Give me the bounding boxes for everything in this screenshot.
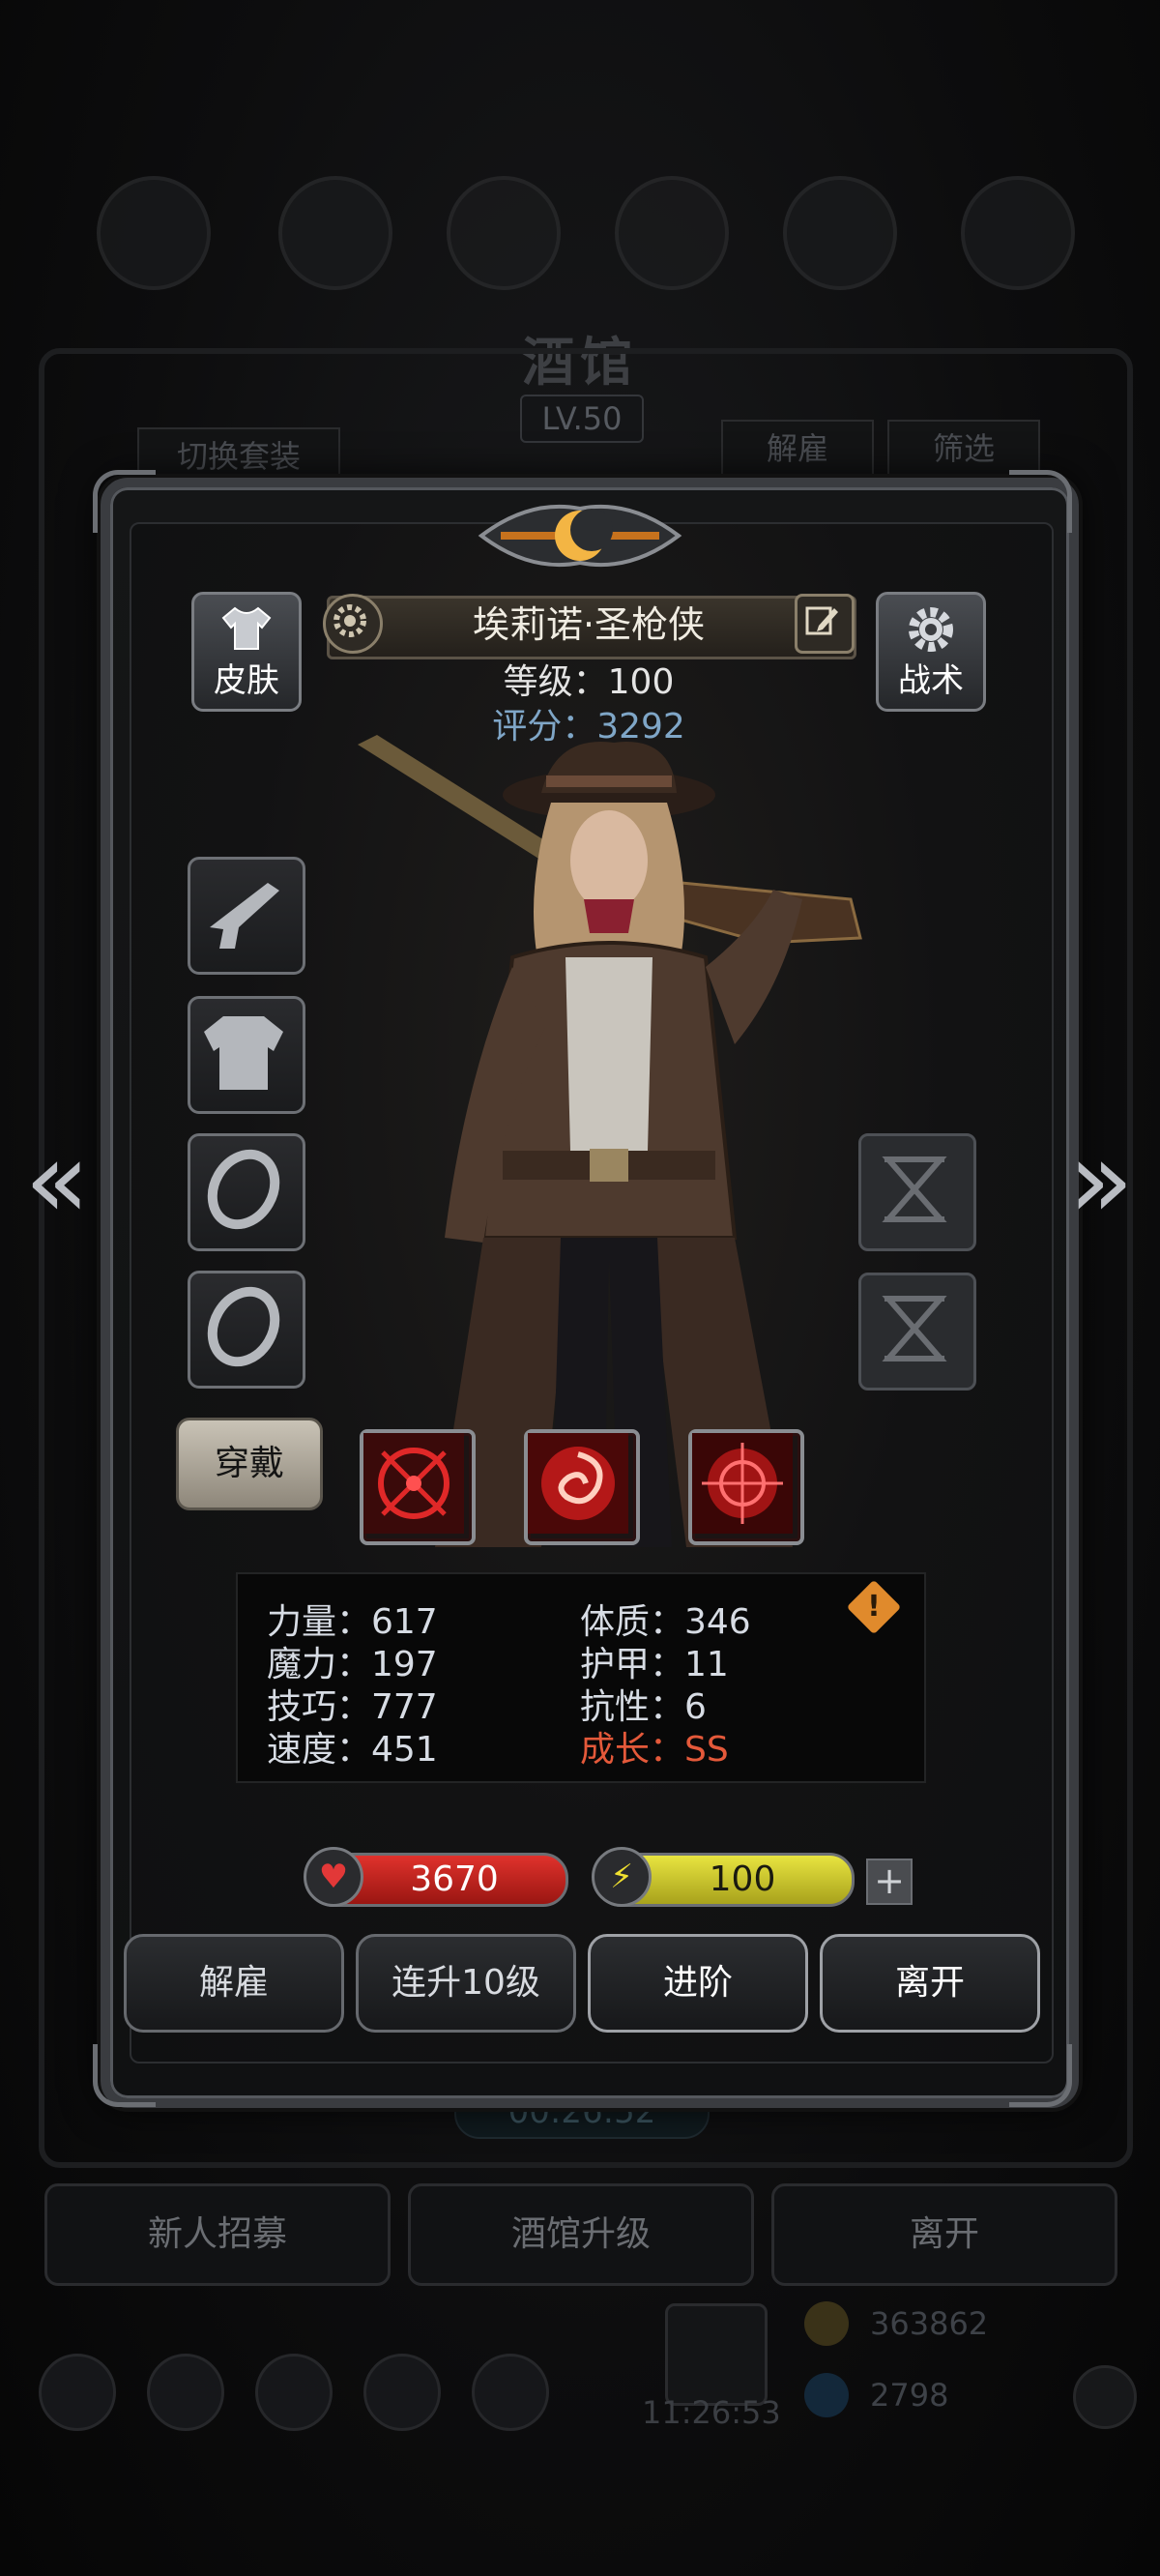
skill-slot-2[interactable] xyxy=(524,1429,640,1545)
armor-slot[interactable] xyxy=(188,996,305,1114)
menu-icon-3 xyxy=(615,176,729,290)
badge-gear-icon xyxy=(334,604,366,637)
moon-ornament-icon xyxy=(478,504,682,568)
lightning-icon: ⚡ xyxy=(592,1847,652,1907)
hourglass-slot-icon xyxy=(882,1296,947,1361)
shirt-icon xyxy=(221,606,272,650)
wear-button[interactable]: 穿戴 xyxy=(176,1418,323,1510)
gold-amount: 363862 xyxy=(870,2305,989,2342)
warning-mark: ! xyxy=(867,1590,881,1624)
corner-ornament-br xyxy=(1009,2044,1072,2107)
avatar-icon xyxy=(97,176,211,290)
tactics-button[interactable]: 战术 xyxy=(876,592,986,712)
recruit-button[interactable]: 新人招募 xyxy=(44,2183,391,2286)
ring-slot-icon xyxy=(207,1286,280,1367)
prev-hero-button[interactable]: « xyxy=(14,1122,101,1238)
tavern-leave-button[interactable]: 离开 xyxy=(771,2183,1117,2286)
dock-icon-5[interactable] xyxy=(472,2354,549,2431)
skill-slot-3[interactable] xyxy=(688,1429,804,1545)
add-energy-button[interactable]: + xyxy=(866,1859,913,1905)
corner-ornament-tr xyxy=(1009,470,1072,533)
hero-name: 埃莉诺·圣枪侠 xyxy=(472,603,706,646)
gift-icon[interactable] xyxy=(665,2303,768,2406)
more-icon[interactable] xyxy=(1073,2365,1137,2429)
leave-button[interactable]: 离开 xyxy=(820,1934,1040,2033)
energy-value: 100 xyxy=(709,1859,776,1899)
hourglass-slot-icon xyxy=(882,1156,947,1222)
target-skill-icon xyxy=(692,1433,793,1534)
edit-icon xyxy=(805,606,838,635)
clock-text: 11:26:53 xyxy=(642,2394,781,2431)
accessory-slot-1[interactable] xyxy=(858,1133,976,1251)
menu-icon-4 xyxy=(783,176,897,290)
advance-button[interactable]: 进阶 xyxy=(588,1934,808,2033)
dock-icon-3[interactable] xyxy=(255,2354,333,2431)
rename-button[interactable] xyxy=(795,594,855,654)
dock-icon-1[interactable] xyxy=(39,2354,116,2431)
corner-ornament-tl xyxy=(93,470,156,533)
skill-slot-1[interactable] xyxy=(360,1429,476,1545)
menu-icon-2 xyxy=(447,176,561,290)
hero-level: 等级：100 xyxy=(503,662,675,702)
menu-icon-5 xyxy=(961,176,1075,290)
armor-slot-icon xyxy=(204,1016,283,1090)
gold-coin-icon xyxy=(804,2301,849,2346)
dock-icon-2[interactable] xyxy=(147,2354,224,2431)
crosshair-skill-icon xyxy=(363,1433,464,1534)
dock-icon-4[interactable] xyxy=(363,2354,441,2431)
level-up-10-button[interactable]: 连升10级 xyxy=(356,1934,576,2033)
stat-growth: 成长：SS xyxy=(580,1730,729,1770)
ring-slot-2[interactable] xyxy=(188,1271,305,1389)
gear-icon xyxy=(909,607,953,652)
vortex-skill-icon xyxy=(528,1433,628,1534)
next-hero-button[interactable]: » xyxy=(1058,1122,1145,1238)
weapon-slot[interactable] xyxy=(188,857,305,975)
accessory-slot-2[interactable] xyxy=(858,1273,976,1390)
badge-icon[interactable] xyxy=(323,594,383,654)
heart-icon: ♥ xyxy=(304,1847,363,1907)
tavern-upgrade-button[interactable]: 酒馆升级 xyxy=(408,2183,754,2286)
hp-value: 3670 xyxy=(410,1859,499,1899)
gem-icon xyxy=(804,2373,849,2417)
ring-slot-1[interactable] xyxy=(188,1133,305,1251)
skin-button[interactable]: 皮肤 xyxy=(191,592,302,712)
tactics-label: 战术 xyxy=(898,661,964,700)
gem-amount: 2798 xyxy=(870,2377,949,2414)
skin-label: 皮肤 xyxy=(214,661,279,700)
pistol-slot-icon xyxy=(210,883,279,949)
stat-speed: 速度：451 xyxy=(267,1730,438,1770)
dismiss-button[interactable]: 解雇 xyxy=(124,1934,344,2033)
corner-ornament-bl xyxy=(93,2044,156,2107)
menu-icon-1 xyxy=(278,176,392,290)
ring-slot-icon xyxy=(207,1149,280,1230)
